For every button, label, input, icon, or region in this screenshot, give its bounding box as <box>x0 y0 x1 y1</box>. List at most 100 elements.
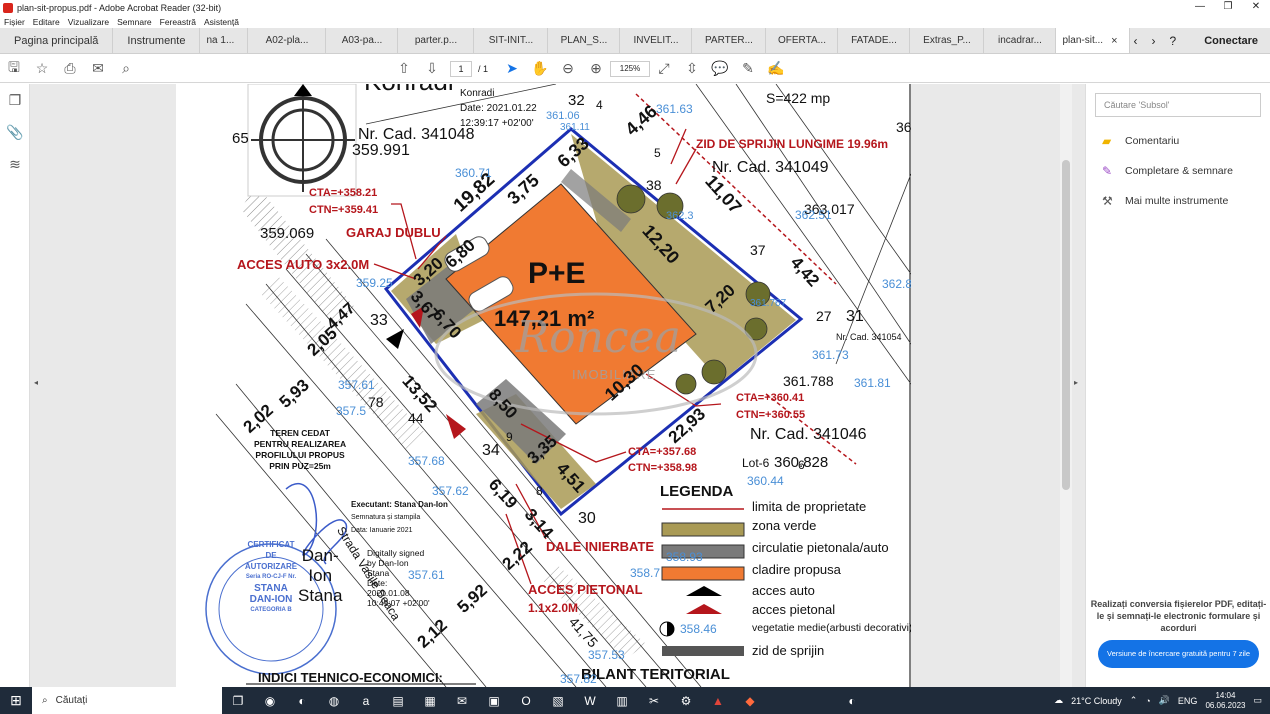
survey-elevation: 361.11 <box>560 122 590 133</box>
tab-doc[interactable]: PARTER... <box>692 28 767 53</box>
calculator-icon[interactable]: ▥ <box>606 694 638 708</box>
tab-doc[interactable]: OFERTA... <box>766 28 839 53</box>
search-icon[interactable]: ⌕ <box>112 60 140 77</box>
minimize-button[interactable]: — <box>1186 0 1214 15</box>
tab-doc[interactable]: parter.p... <box>398 28 475 53</box>
tab-doc[interactable]: INVELIT... <box>620 28 693 53</box>
mail-icon[interactable]: ✉ <box>84 60 112 77</box>
tab-home[interactable]: Pagina principală <box>0 28 114 53</box>
tab-doc[interactable]: incadrar... <box>984 28 1057 53</box>
network-icon[interactable]: ◔ <box>1145 696 1150 706</box>
photos-icon[interactable]: ▣ <box>478 694 510 708</box>
technical-indices-title: INDICI TEHNICO-ECONOMICI: <box>258 670 443 685</box>
comment-icon[interactable]: 💬 <box>706 60 734 77</box>
save-icon[interactable]: 🖫 <box>0 57 28 81</box>
firefox-icon[interactable]: ◍ <box>318 694 350 708</box>
file-explorer-icon[interactable]: ▤ <box>382 694 414 708</box>
grass-slabs-label: DALE INIERBATE <box>546 539 655 554</box>
tray-up-icon[interactable]: ⌃ <box>1130 695 1138 706</box>
help-icon[interactable]: ? <box>1170 34 1177 48</box>
stamp-line: DAN-ION <box>249 594 293 605</box>
settings-icon[interactable]: ⚙ <box>670 694 702 708</box>
menu-help[interactable]: Asistență <box>204 17 239 27</box>
menu-edit[interactable]: Editare <box>33 17 60 27</box>
ceded-land-note: TEREN CEDAT PENTRU REALIZAREA PROFILULUI… <box>254 428 346 472</box>
star-icon[interactable]: ☆ <box>28 60 56 77</box>
free-trial-button[interactable]: Versiune de încercare gratuită pentru 7 … <box>1098 640 1259 668</box>
highlight-pen-icon[interactable]: ✎ <box>734 60 762 77</box>
snip-icon[interactable]: ✂ <box>638 694 670 708</box>
cta-label: CTA=+360.41 <box>736 392 805 404</box>
sign-icon[interactable]: ✍ <box>762 60 790 77</box>
mail-icon[interactable]: ✉ <box>446 694 478 708</box>
point-label: 27 <box>816 308 832 324</box>
authorization-stamp: CERTIFICAT DE AUTORIZARE Seria RO-CJ-F N… <box>228 539 314 616</box>
tab-doc[interactable]: SIT-INIT... <box>474 28 549 53</box>
collapse-right-icon[interactable]: ▸ <box>1074 378 1078 387</box>
menu-view[interactable]: Vizualizare <box>68 17 109 27</box>
acrobat-alt-icon[interactable]: ◆ <box>734 694 766 708</box>
page-down-icon[interactable]: ⇩ <box>418 60 446 77</box>
store-icon[interactable]: ▦ <box>414 694 446 708</box>
tab-doc[interactable]: A03-pa... <box>326 28 399 53</box>
digital-signature-line: by Dan-Ion <box>367 558 409 568</box>
more-tools[interactable]: ⚒ Mai multe instrumente <box>1102 194 1228 208</box>
hand-tool-icon[interactable]: ✋ <box>526 60 554 77</box>
tab-doc[interactable]: Extras_P... <box>910 28 985 53</box>
legend-item-label: vegetatie medie(arbusti decorativi) <box>752 622 911 634</box>
page-up-icon[interactable]: ⇧ <box>390 60 418 77</box>
pages-icon[interactable]: ❐ <box>0 84 30 116</box>
tab-doc[interactable]: FATADE... <box>838 28 911 53</box>
point-label: 4 <box>596 98 603 112</box>
comment-tool[interactable]: ▰ Comentariu <box>1102 134 1179 148</box>
clock[interactable]: 14:04 06.06.2023 <box>1205 691 1245 711</box>
layers-icon[interactable]: ≋ <box>0 148 30 180</box>
scrollbar-thumb[interactable] <box>1062 160 1070 490</box>
acrobat-icon[interactable]: ▲ <box>702 694 734 708</box>
notepad-icon[interactable]: ▧ <box>542 694 574 708</box>
tab-active-plan-sit[interactable]: plan-sit... × <box>1056 28 1131 53</box>
volume-icon[interactable]: 🔊 <box>1159 695 1170 706</box>
menu-file[interactable]: Fișier <box>4 17 25 27</box>
maximize-button[interactable]: ❐ <box>1214 0 1242 15</box>
notifications-icon[interactable]: ▭ <box>1253 695 1262 706</box>
fit-page-icon[interactable]: ⤢ <box>650 60 678 77</box>
taskbar-search[interactable]: ⌕ Căutați <box>32 687 222 714</box>
collapse-left-icon[interactable]: ◂ <box>34 378 38 387</box>
vlc-icon[interactable]: ◐ <box>836 694 868 708</box>
word-icon[interactable]: W <box>574 694 606 708</box>
point-label: 44 <box>408 410 424 426</box>
fill-sign-tool[interactable]: ✎ Completare & semnare <box>1102 164 1233 178</box>
chrome-icon[interactable]: ◉ <box>254 694 286 708</box>
page-number-input[interactable]: 1 <box>450 60 472 77</box>
close-window-button[interactable]: ✕ <box>1242 0 1270 15</box>
cadastral-number: Nr. Cad. 341046 <box>750 426 867 443</box>
weather-label[interactable]: 21°C Cloudy <box>1071 696 1122 706</box>
tab-doc[interactable]: na 1... <box>200 28 249 53</box>
survey-elevation: 357.53 <box>588 648 625 662</box>
chevron-left-icon[interactable]: ‹ <box>1134 34 1138 48</box>
tab-doc[interactable]: PLAN_S... <box>548 28 621 53</box>
print-icon[interactable]: ⎙ <box>56 60 84 77</box>
zoom-in-icon[interactable]: ⊕ <box>582 60 610 77</box>
menu-sign[interactable]: Semnare <box>117 17 152 27</box>
zoom-out-icon[interactable]: ⊖ <box>554 60 582 77</box>
attachments-icon[interactable]: 📎 <box>0 116 30 148</box>
task-view-icon[interactable]: ❐ <box>222 694 254 708</box>
amazon-icon[interactable]: a <box>350 694 382 708</box>
tab-doc[interactable]: A02-pla... <box>248 28 327 53</box>
signin-button[interactable]: Conectare <box>1204 35 1258 47</box>
edge-icon[interactable]: ◐ <box>286 694 318 708</box>
tab-tools[interactable]: Instrumente <box>113 28 201 53</box>
language-indicator[interactable]: ENG <box>1178 696 1198 706</box>
select-cursor-icon[interactable]: ➤ <box>498 60 526 77</box>
chevron-right-icon[interactable]: › <box>1152 34 1156 48</box>
scroll-mode-icon[interactable]: ⇳ <box>678 60 706 77</box>
windows-start-icon[interactable]: ⊞ <box>0 692 32 709</box>
tools-search-input[interactable]: Căutare 'Subsol' <box>1095 93 1261 117</box>
zoom-select[interactable]: 125% <box>610 60 651 77</box>
menu-window[interactable]: Fereastră <box>160 17 196 27</box>
tab-close-icon[interactable]: × <box>1111 35 1117 47</box>
point-label: 65 <box>232 130 249 147</box>
opera-icon[interactable]: O <box>510 694 542 708</box>
